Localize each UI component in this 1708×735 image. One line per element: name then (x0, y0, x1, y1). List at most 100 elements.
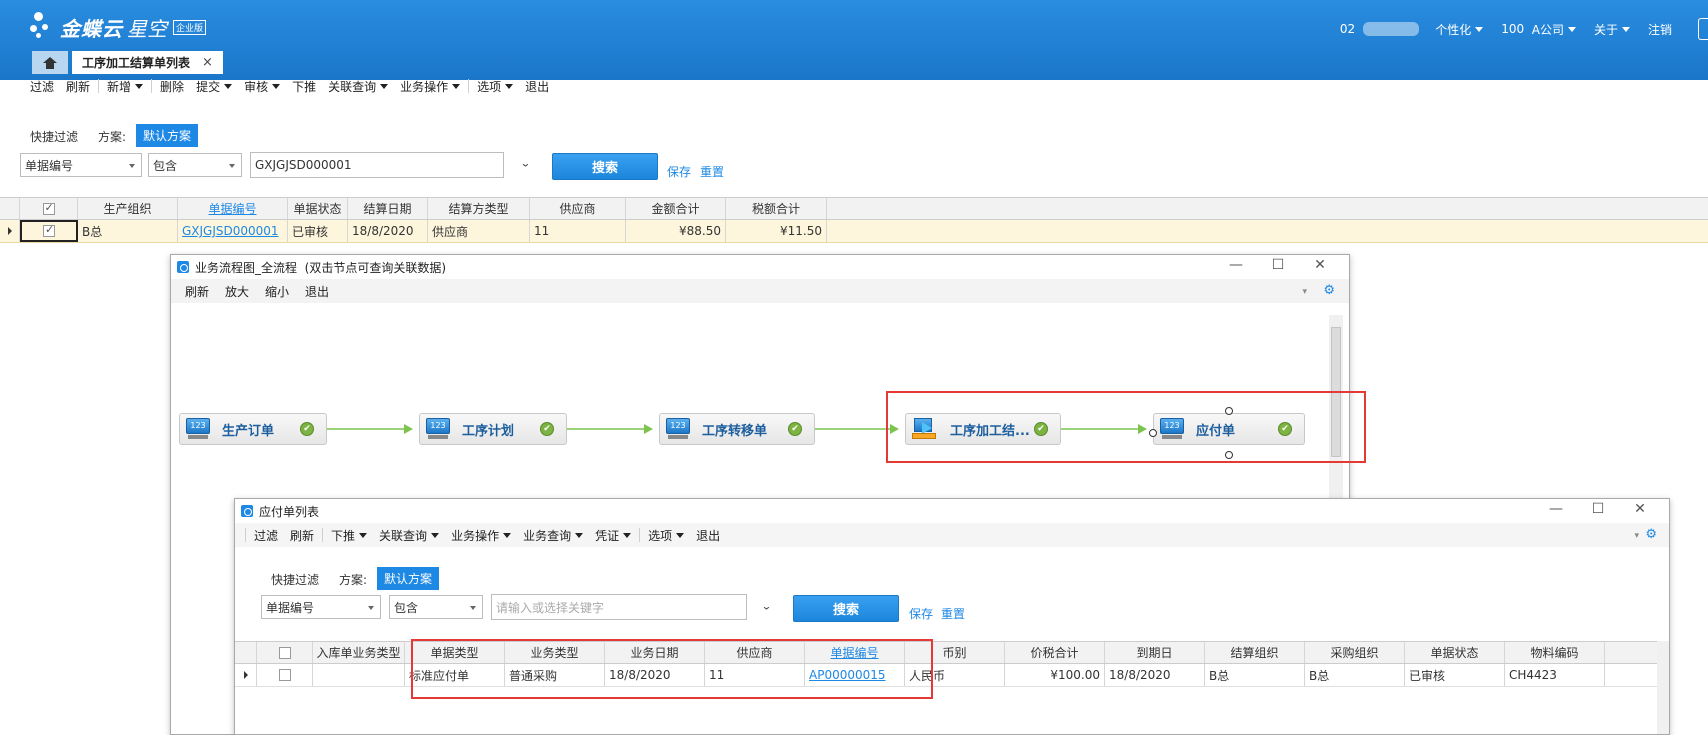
filter-value-input[interactable]: GXJGJSD000001 (250, 152, 504, 178)
payable-window-title: 应付单列表 (259, 504, 320, 519)
logout-link[interactable]: 注销 (1648, 21, 1672, 38)
pay-row-checkbox[interactable] (257, 664, 313, 686)
pay-filter-field-select[interactable]: 单据编号 (261, 595, 381, 619)
pay-related-query-button[interactable]: 关联查询 (373, 527, 445, 544)
flow-window-titlebar[interactable]: 业务流程图_全流程 (双击节点可查询关联数据) — ☐ ✕ (171, 255, 1349, 279)
tab-settlement-list[interactable]: 工序加工结算单列表 × (72, 51, 223, 74)
row-checkbox[interactable] (20, 220, 78, 242)
filter-field-select[interactable]: 单据编号 (20, 153, 142, 177)
user-info[interactable]: 02 (1340, 22, 1420, 36)
close-icon[interactable]: ✕ (1619, 501, 1661, 517)
zoom-out-button[interactable]: 缩小 (257, 283, 297, 300)
col-header[interactable]: 供应商 (530, 198, 626, 219)
pay-filter-operator-select[interactable]: 包含 (389, 595, 483, 619)
col-header[interactable]: 到期日 (1105, 642, 1205, 663)
select-all-checkbox[interactable] (20, 198, 78, 219)
pay-filter-value-input[interactable]: 请输入或选择关键字 (491, 594, 747, 620)
quick-filter-label[interactable]: 快捷过滤 (30, 128, 78, 145)
options-button[interactable]: 选项 (471, 78, 519, 95)
pay-save-scheme-link[interactable]: 保存 (909, 605, 933, 622)
gear-icon[interactable]: ⚙ (1323, 283, 1335, 298)
flow-exit-button[interactable]: 退出 (297, 283, 337, 300)
pay-quick-filter-label[interactable]: 快捷过滤 (271, 571, 319, 588)
business-query-label: 业务查询 (523, 528, 572, 543)
reset-link[interactable]: 重置 (700, 163, 724, 180)
cell-due-date: 18/8/2020 (1105, 664, 1205, 686)
refresh-button[interactable]: 刷新 (60, 78, 96, 95)
pay-refresh-button[interactable]: 刷新 (284, 527, 320, 544)
pay-search-button[interactable]: 搜索 (793, 595, 899, 622)
flow-node-process-plan[interactable]: 123 工序计划 ✔ (419, 413, 567, 445)
chevron-down-icon (224, 83, 233, 89)
col-header[interactable]: 价税合计 (1005, 642, 1105, 663)
col-header[interactable]: 税额合计 (726, 198, 827, 219)
related-query-button[interactable]: 关联查询 (322, 78, 394, 95)
pay-grid-scrollbar[interactable] (1657, 641, 1669, 734)
new-button[interactable]: 新增 (101, 78, 149, 95)
pay-push-down-button[interactable]: 下推 (325, 527, 373, 544)
exit-button[interactable]: 退出 (519, 78, 555, 95)
pay-options-button[interactable]: 选项 (642, 527, 690, 544)
pay-filter-button[interactable]: 过滤 (248, 527, 284, 544)
payable-window-titlebar[interactable]: 应付单列表 — ☐ ✕ (235, 499, 1669, 523)
zoom-in-button[interactable]: 放大 (217, 283, 257, 300)
collapse-icon[interactable]: ▾ (1634, 531, 1639, 541)
scheme-default-button[interactable]: 默认方案 (136, 124, 199, 147)
company-menu[interactable]: 100 A公司 (1501, 21, 1576, 38)
col-header[interactable]: 单据编号 (178, 198, 288, 219)
col-header[interactable]: 单据状态 (1405, 642, 1505, 663)
business-ops-button[interactable]: 业务操作 (394, 78, 466, 95)
filter-operator-value: 包含 (153, 158, 178, 173)
col-header[interactable]: 结算方类型 (428, 198, 530, 219)
col-header[interactable]: 单据状态 (288, 198, 348, 219)
submit-button[interactable]: 提交 (190, 78, 238, 95)
close-icon[interactable]: × (202, 55, 213, 70)
chevron-down-icon (129, 164, 135, 168)
push-down-button[interactable]: 下推 (286, 78, 322, 95)
col-header[interactable]: 物料编码 (1505, 642, 1605, 663)
pay-business-ops-button[interactable]: 业务操作 (445, 527, 517, 544)
about-label: 关于 (1593, 22, 1618, 37)
pay-select-all-checkbox[interactable] (257, 642, 313, 663)
pay-scheme-default-button[interactable]: 默认方案 (377, 567, 440, 590)
minimize-icon[interactable]: — (1535, 501, 1577, 517)
expand-filter-icon[interactable]: ⌄ (761, 601, 772, 613)
personalize-menu[interactable]: 个性化 (1435, 21, 1484, 38)
search-button[interactable]: 搜索 (552, 153, 658, 180)
col-header[interactable]: 入库单业务类型 (313, 642, 405, 663)
col-header[interactable]: 生产组织 (78, 198, 178, 219)
main-toolbar: 过滤 刷新 新增 删除 提交 审核 下推 关联查询 业务操作 选项 退出 (24, 74, 1708, 98)
home-tab[interactable] (32, 51, 68, 74)
table-row[interactable]: B总 GXJGJSD000001 已审核 18/8/2020 供应商 11 ¥8… (0, 220, 1708, 243)
flow-node-production-order[interactable]: 123 生产订单 ✔ (179, 413, 327, 445)
pay-reset-link[interactable]: 重置 (941, 605, 965, 622)
expand-filter-icon[interactable]: ⌄ (520, 158, 531, 170)
flow-refresh-button[interactable]: 刷新 (171, 283, 217, 300)
close-icon[interactable]: ✕ (1299, 257, 1341, 273)
side-panel-toggle[interactable] (1698, 18, 1708, 40)
toolbar-divider (322, 528, 324, 542)
pay-business-query-button[interactable]: 业务查询 (517, 527, 589, 544)
maximize-icon[interactable]: ☐ (1577, 501, 1619, 517)
collapse-icon[interactable]: ▾ (1302, 287, 1307, 297)
save-scheme-link[interactable]: 保存 (667, 163, 691, 180)
cell-date: 18/8/2020 (348, 220, 428, 242)
about-menu[interactable]: 关于 (1594, 21, 1630, 38)
filter-button[interactable]: 过滤 (24, 78, 60, 95)
minimize-icon[interactable]: — (1215, 257, 1257, 273)
col-header[interactable]: 结算日期 (348, 198, 428, 219)
gear-icon[interactable]: ⚙ (1645, 527, 1657, 542)
new-label: 新增 (107, 79, 132, 94)
bill-number-link[interactable]: GXJGJSD000001 (182, 224, 279, 238)
col-header[interactable]: 结算组织 (1205, 642, 1305, 663)
col-header[interactable]: 金额合计 (626, 198, 726, 219)
flow-node-process-transfer[interactable]: 123 工序转移单 ✔ (659, 413, 815, 445)
cell-status: 已审核 (288, 220, 348, 242)
filter-operator-select[interactable]: 包含 (148, 153, 242, 177)
delete-button[interactable]: 删除 (154, 78, 190, 95)
pay-exit-button[interactable]: 退出 (690, 527, 726, 544)
col-header[interactable]: 采购组织 (1305, 642, 1405, 663)
pay-voucher-button[interactable]: 凭证 (589, 527, 637, 544)
audit-button[interactable]: 审核 (238, 78, 286, 95)
maximize-icon[interactable]: ☐ (1257, 257, 1299, 273)
